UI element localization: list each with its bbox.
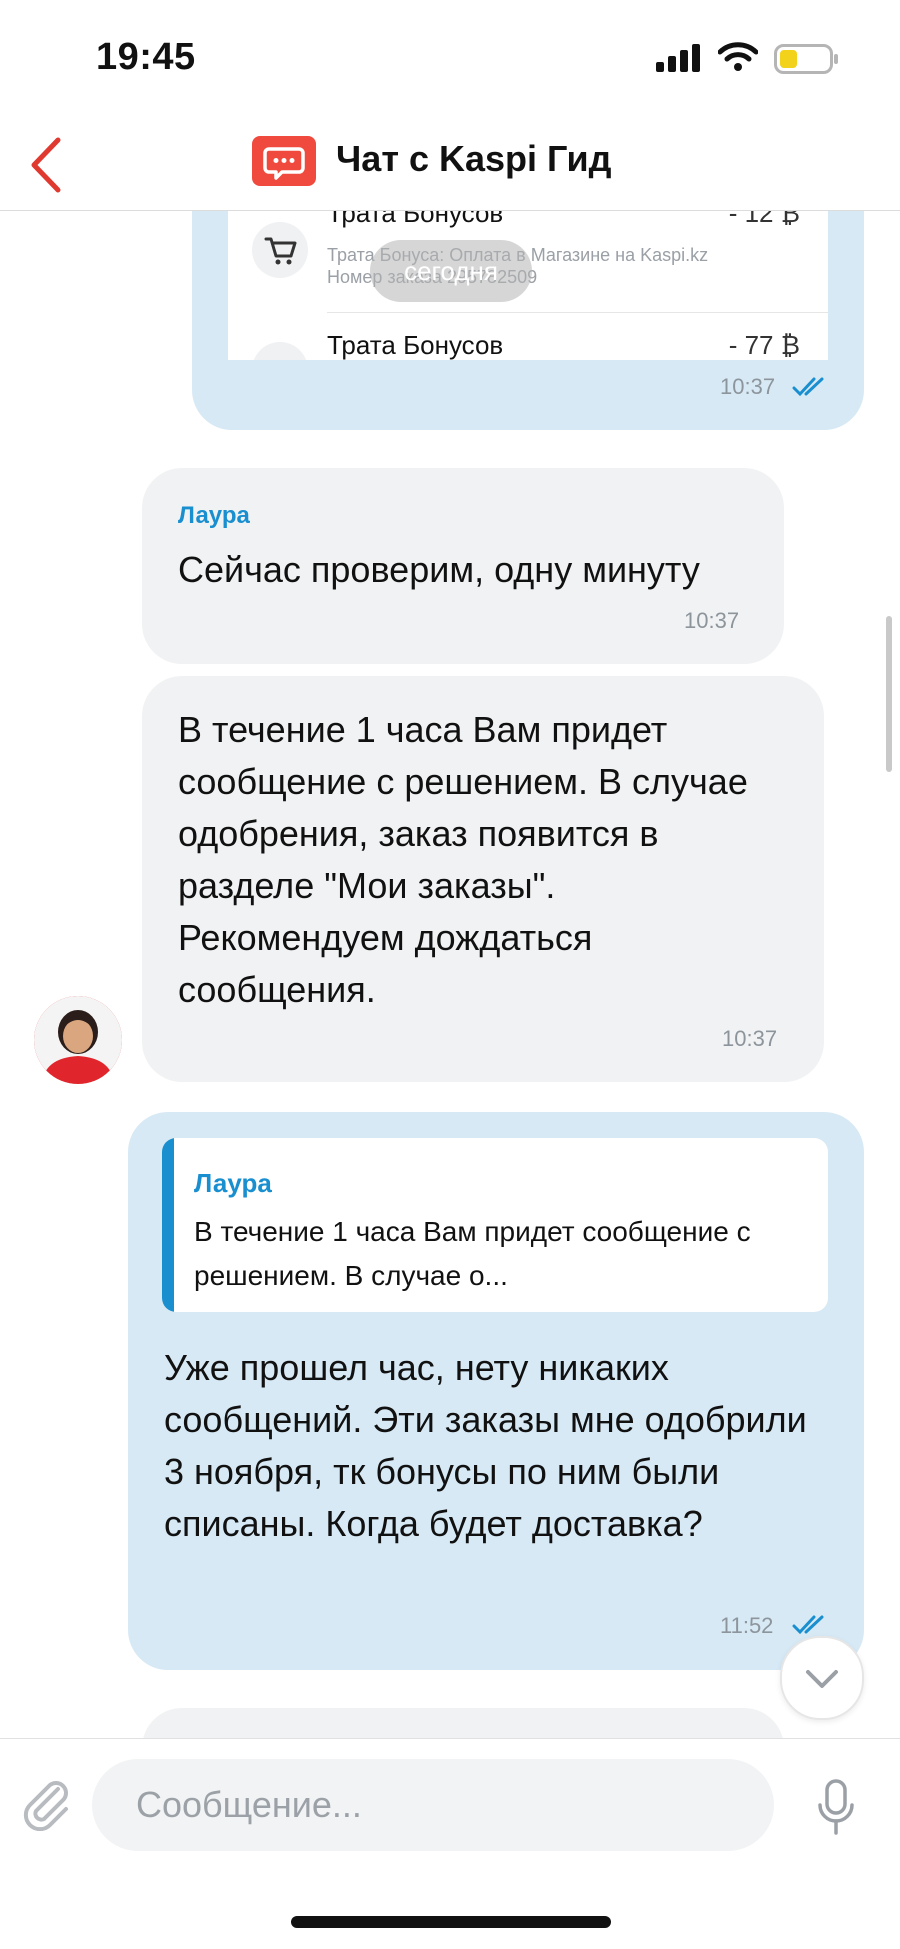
battery-icon [774,44,838,74]
transaction-amount: - 12 ₿ [728,210,800,228]
chevron-left-icon[interactable] [22,130,72,200]
cellular-signal-icon [656,44,700,72]
divider [327,312,828,313]
message-time: 10:37 [722,1026,778,1051]
message-time: 10:37 [684,608,740,633]
chat-header: Чат с Kaspi Гид [0,120,900,211]
message-text: Уже прошел час, нету никаких сообщений. … [164,1347,807,1544]
transaction-title: Трата Бонусов [327,330,504,360]
message-text: В течение 1 часа Вам придет сообщение с … [178,709,748,1010]
message-time: 11:52 [720,1613,774,1638]
message-author: Лаура [178,502,250,529]
read-checkmarks-icon [792,1615,824,1635]
microphone-icon[interactable] [816,1779,856,1837]
reply-accent-bar [162,1138,174,1312]
home-indicator [291,1916,611,1928]
chat-bubble-icon [252,136,316,186]
scroll-down-button[interactable] [780,1636,864,1720]
avatar[interactable] [34,996,122,1084]
date-separator-pill: сегодня [370,240,532,302]
cart-icon [252,222,308,278]
message-time: 10:37 [720,374,776,399]
reply-quote[interactable]: Лаура В течение 1 часа Вам придет сообще… [162,1138,828,1312]
status-bar: 19:45 [0,0,900,120]
transaction-row: Трата Бонусов - 77 ₿ [228,330,828,360]
transaction-amount: - 77 ₿ [728,330,800,360]
status-time: 19:45 [96,36,196,78]
paperclip-icon[interactable] [18,1775,74,1831]
chat-title: Чат с Kaspi Гид [336,138,612,179]
cart-icon [252,342,308,360]
message-input[interactable] [92,1759,774,1851]
reply-author: Лаура [194,1168,272,1198]
chevron-down-icon [806,1670,838,1688]
read-checkmarks-icon [792,377,824,397]
reply-text: В течение 1 часа Вам придет сообщение с … [194,1216,751,1291]
transaction-title: Трата Бонусов [327,210,504,228]
wifi-icon [718,42,758,71]
message-text: Сейчас проверим, одну минуту [178,549,700,590]
scrollbar[interactable] [886,616,892,772]
